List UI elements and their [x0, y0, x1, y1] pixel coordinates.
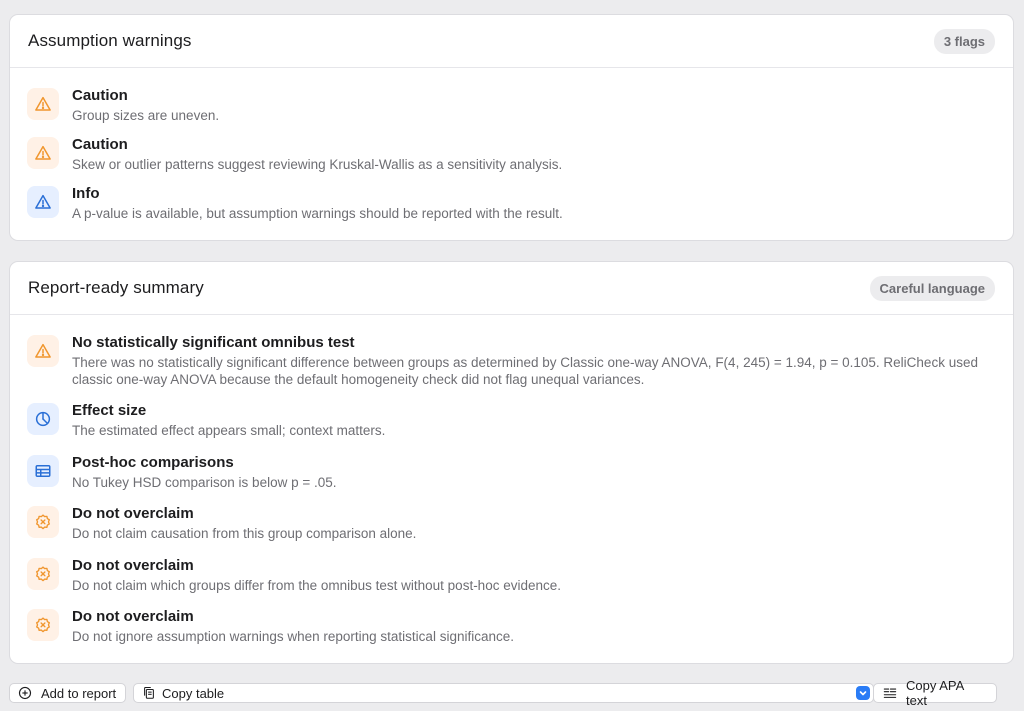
- copy-table-label: Copy table: [162, 685, 225, 701]
- assumption-item: Caution Group sizes are uneven.: [27, 87, 997, 124]
- summary-item-desc: Do not ignore assumption warnings when r…: [72, 629, 514, 644]
- summary-item-desc: The estimated effect appears small; cont…: [72, 423, 386, 438]
- gauge-icon: [27, 403, 59, 435]
- text-format-icon: [883, 688, 897, 698]
- summary-item: Do not overclaim Do not claim causation …: [27, 505, 997, 542]
- assumption-item-title: Info: [72, 185, 100, 202]
- copy-apa-text-label: Copy APA text: [905, 678, 964, 708]
- summary-item-title: Do not overclaim: [72, 505, 194, 522]
- plus-circle-icon: [18, 686, 32, 700]
- copy-table-select[interactable]: Copy table: [133, 683, 874, 703]
- no-entry-badge-icon: [27, 609, 59, 641]
- summary-item-title: Effect size: [72, 402, 147, 419]
- copy-document-icon: [144, 686, 154, 699]
- add-to-report-button[interactable]: Add to report: [9, 683, 126, 703]
- warning-icon: [27, 88, 59, 120]
- summary-item-title: No statistically significant omnibus tes…: [72, 334, 355, 351]
- report-summary-card: Report-ready summary Careful language No…: [9, 261, 1014, 664]
- assumption-item-desc: A p-value is available, but assumption w…: [72, 206, 563, 221]
- summary-item: Effect size The estimated effect appears…: [27, 402, 997, 439]
- summary-item-desc: There was no statistically significant d…: [72, 355, 978, 387]
- assumption-item-title: Caution: [72, 136, 128, 153]
- report-summary-header: Report-ready summary Careful language: [10, 262, 1013, 315]
- assumption-item-desc: Skew or outlier patterns suggest reviewi…: [72, 157, 563, 172]
- warning-icon: [27, 335, 59, 367]
- summary-item-desc: No Tukey HSD comparison is below p = .05…: [72, 475, 337, 490]
- info-warning-icon: [27, 186, 59, 218]
- warning-icon: [27, 137, 59, 169]
- summary-item-desc: Do not claim causation from this group c…: [72, 526, 417, 541]
- summary-item: Do not overclaim Do not claim which grou…: [27, 557, 997, 594]
- assumption-item: Caution Skew or outlier patterns suggest…: [27, 136, 997, 173]
- chevron-down-icon[interactable]: [856, 686, 870, 700]
- summary-item-title: Do not overclaim: [72, 557, 194, 574]
- summary-item: Post-hoc comparisons No Tukey HSD compar…: [27, 454, 997, 491]
- no-entry-badge-icon: [27, 558, 59, 590]
- assumption-item: Info A p-value is available, but assumpt…: [27, 185, 997, 222]
- summary-item-desc: Do not claim which groups differ from th…: [72, 578, 561, 593]
- add-to-report-label: Add to report: [41, 685, 117, 701]
- summary-item-title: Do not overclaim: [72, 608, 194, 625]
- flags-count-badge: 3 flags: [933, 28, 995, 54]
- summary-item: Do not overclaim Do not ignore assumptio…: [27, 608, 997, 645]
- table-icon: [27, 455, 59, 487]
- no-entry-badge-icon: [27, 506, 59, 538]
- assumption-warnings-header: Assumption warnings 3 flags: [10, 15, 1013, 68]
- report-summary-title: Report-ready summary: [28, 278, 204, 297]
- careful-language-badge: Careful language: [869, 275, 995, 301]
- assumption-warnings-card: Assumption warnings 3 flags Caution Grou…: [9, 14, 1014, 241]
- bottom-toolbar: Add to report Copy table Copy APA text: [9, 678, 997, 708]
- assumption-item-title: Caution: [72, 87, 128, 104]
- copy-apa-text-button[interactable]: Copy APA text: [873, 678, 997, 708]
- assumption-item-desc: Group sizes are uneven.: [72, 108, 220, 123]
- summary-item-title: Post-hoc comparisons: [72, 454, 234, 471]
- assumption-warnings-title: Assumption warnings: [28, 31, 192, 50]
- summary-item: No statistically significant omnibus tes…: [27, 334, 997, 388]
